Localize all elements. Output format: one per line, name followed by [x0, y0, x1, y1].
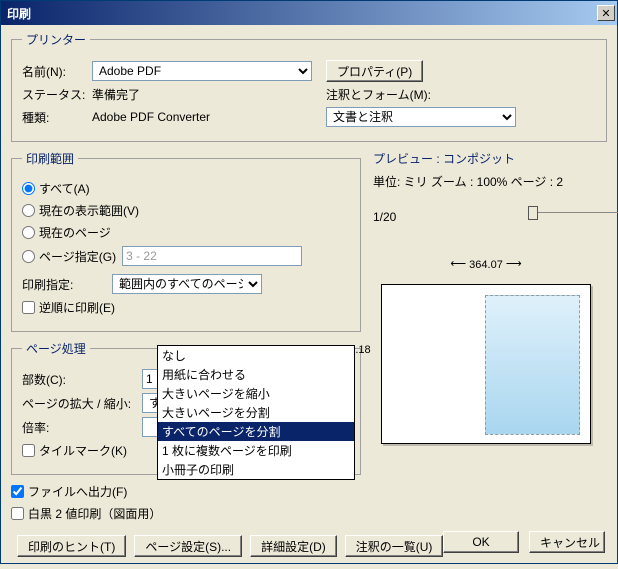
printer-properties-button[interactable]: プロパティ(P) — [326, 60, 423, 82]
preview-legend: プレビュー : コンポジット — [371, 150, 607, 167]
preview-slider-label: 1/20 — [373, 210, 396, 224]
print-to-file-checkbox[interactable] — [11, 485, 24, 498]
range-currentpage-label: 現在のページ — [39, 224, 111, 241]
bw-label: 白黒 2 値印刷（図面用） — [28, 505, 161, 522]
scaling-option[interactable]: 大きいページを分割 — [158, 403, 354, 422]
scaling-option[interactable]: なし — [158, 346, 354, 365]
range-currentview-label: 現在の表示範囲(V) — [39, 202, 139, 219]
range-pages-input — [122, 246, 302, 266]
range-pages-radio[interactable] — [22, 250, 35, 263]
ok-button[interactable]: OK — [443, 531, 519, 553]
zoom-label: 倍率: — [22, 419, 142, 436]
printer-name-select[interactable]: Adobe PDF — [92, 61, 312, 81]
printer-group: プリンター 名前(N): Adobe PDF プロパティ(P) ステータス: 準… — [11, 31, 607, 142]
printer-name-label: 名前(N): — [22, 63, 92, 80]
advanced-button[interactable]: 詳細設定(D) — [250, 535, 337, 557]
preview-canvas — [381, 284, 591, 444]
comments-forms-select[interactable]: 文書と注釈 — [326, 107, 516, 127]
scaling-option[interactable]: 大きいページを縮小 — [158, 384, 354, 403]
subset-label: 印刷指定: — [22, 276, 112, 293]
page-setup-button[interactable]: ページ設定(S)... — [134, 535, 242, 557]
cancel-button[interactable]: キャンセル — [529, 531, 605, 553]
range-currentview-radio[interactable] — [22, 204, 35, 217]
printer-type-value: Adobe PDF Converter — [92, 110, 312, 124]
preview-slider[interactable] — [528, 206, 618, 220]
subset-select[interactable]: 範囲内のすべてのページ — [112, 274, 262, 294]
reverse-order-checkbox[interactable] — [22, 301, 35, 314]
printer-status-label: ステータス: — [22, 86, 92, 103]
bw-checkbox[interactable] — [11, 507, 24, 520]
scaling-option[interactable]: 1 枚に複数ページを印刷 — [158, 441, 354, 460]
printing-hints-button[interactable]: 印刷のヒント(T) — [17, 535, 126, 557]
reverse-order-label: 逆順に印刷(E) — [39, 299, 115, 316]
range-all-radio[interactable] — [22, 182, 35, 195]
range-pages-label: ページ指定(G) — [39, 248, 116, 265]
preview-width: 364.07 — [469, 259, 503, 271]
print-range-group: 印刷範囲 すべて(A) 現在の表示範囲(V) 現在のページ — [11, 150, 361, 332]
window-title: 印刷 — [7, 5, 31, 22]
scaling-label: ページの拡大 / 縮小: — [22, 395, 142, 412]
print-dialog: 印刷 ✕ プリンター 名前(N): Adobe PDF プロパティ(P) ステー… — [0, 0, 618, 564]
printer-status-value: 準備完了 — [92, 86, 312, 103]
tilemarks-label: タイルマーク(K) — [39, 442, 127, 459]
range-all-label: すべて(A) — [39, 180, 90, 197]
close-button[interactable]: ✕ — [597, 5, 615, 21]
preview-page-thumb — [485, 295, 580, 435]
print-to-file-label: ファイルへ出力(F) — [28, 483, 127, 500]
copies-label: 部数(C): — [22, 371, 142, 388]
annotation-list-button[interactable]: 注釈の一覧(U) — [345, 535, 444, 557]
printer-legend: プリンター — [22, 31, 90, 48]
preview-units-line: 単位: ミリ ズーム : 100% ページ : 2 — [373, 173, 607, 190]
scaling-option[interactable]: 用紙に合わせる — [158, 365, 354, 384]
page-handling-legend: ページ処理 — [22, 340, 90, 357]
comments-forms-label: 注釈とフォーム(M): — [326, 86, 431, 103]
print-range-legend: 印刷範囲 — [22, 150, 78, 167]
scaling-option[interactable]: 小冊子の印刷 — [158, 460, 354, 479]
printer-type-label: 種類: — [22, 109, 92, 126]
tilemarks-checkbox[interactable] — [22, 444, 35, 457]
range-currentpage-radio[interactable] — [22, 226, 35, 239]
dialog-content: プリンター 名前(N): Adobe PDF プロパティ(P) ステータス: 準… — [1, 25, 617, 569]
preview-slider-thumb[interactable] — [528, 206, 538, 220]
scaling-option-selected[interactable]: すべてのページを分割 — [158, 422, 354, 441]
preview-group: プレビュー : コンポジット 単位: ミリ ズーム : 100% ページ : 2… — [371, 150, 607, 527]
scaling-dropdown-list[interactable]: なし 用紙に合わせる 大きいページを縮小 大きいページを分割 すべてのページを分… — [157, 345, 355, 480]
titlebar: 印刷 ✕ — [1, 1, 617, 25]
preview-area: ⟵ 364.07 ⟶ 257.18 — [371, 274, 607, 464]
